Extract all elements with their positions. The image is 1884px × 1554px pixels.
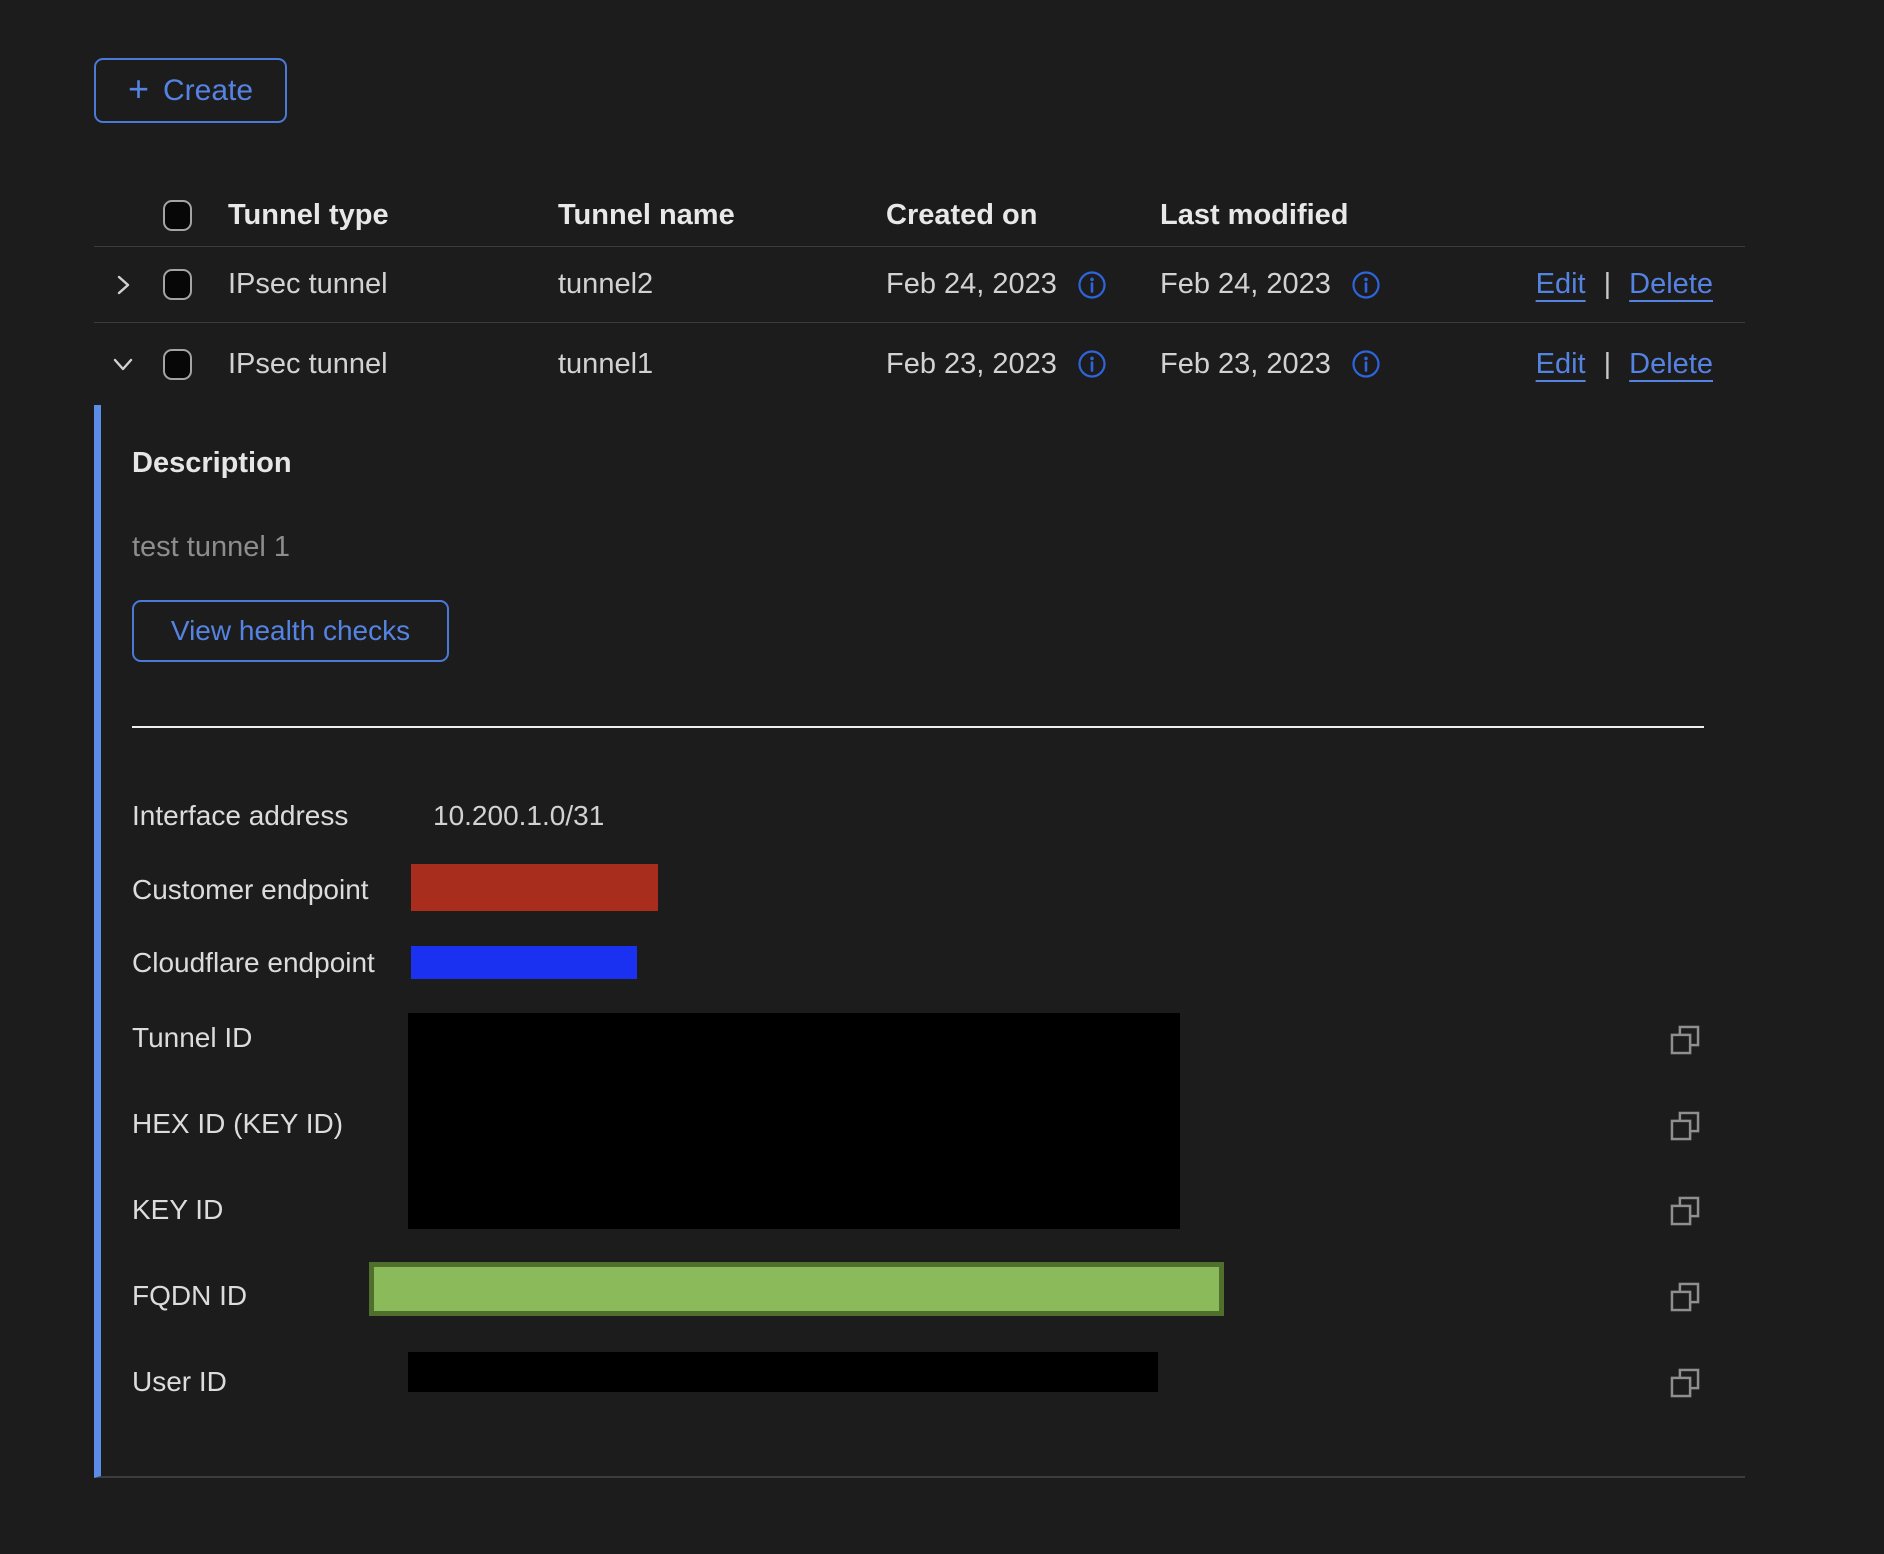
copy-icon[interactable] — [1668, 1366, 1702, 1400]
create-button-label: Create — [163, 74, 253, 108]
table-row: IPsec tunnel tunnel2 Feb 24, 2023 Feb 24… — [94, 247, 1745, 323]
tunnel-name-cell: tunnel1 — [558, 348, 886, 381]
fqdn-id-label: FQDN ID — [132, 1280, 247, 1312]
edit-link[interactable]: Edit — [1536, 268, 1586, 301]
user-id-redacted-value — [408, 1352, 1158, 1392]
cloudflare-endpoint-label: Cloudflare endpoint — [132, 947, 375, 979]
created-on-value: Feb 23, 2023 — [886, 348, 1057, 381]
description-label: Description — [132, 447, 292, 480]
hex-id-label: HEX ID (KEY ID) — [132, 1108, 343, 1140]
column-header-created-on: Created on — [886, 199, 1160, 232]
row-checkbox[interactable] — [163, 349, 192, 380]
row-checkbox[interactable] — [163, 269, 192, 300]
created-on-value: Feb 24, 2023 — [886, 268, 1057, 301]
info-icon[interactable] — [1351, 270, 1381, 300]
copy-icon[interactable] — [1668, 1023, 1702, 1057]
info-icon[interactable] — [1077, 270, 1107, 300]
table-row: IPsec tunnel tunnel1 Feb 23, 2023 Feb 23… — [94, 323, 1745, 405]
description-value: test tunnel 1 — [132, 531, 290, 564]
tunnel-type-cell: IPsec tunnel — [228, 348, 558, 381]
last-modified-value: Feb 23, 2023 — [1160, 348, 1331, 381]
copy-icon[interactable] — [1668, 1194, 1702, 1228]
interface-address-label: Interface address — [132, 800, 348, 832]
column-header-last-modified: Last modified — [1160, 199, 1420, 232]
info-icon[interactable] — [1077, 349, 1107, 379]
plus-icon: + — [128, 71, 149, 107]
tunnel-type-cell: IPsec tunnel — [228, 268, 558, 301]
tunnel-id-label: Tunnel ID — [132, 1022, 252, 1054]
edit-link[interactable]: Edit — [1536, 348, 1586, 381]
customer-endpoint-label: Customer endpoint — [132, 874, 369, 906]
select-all-checkbox[interactable] — [163, 200, 192, 231]
column-header-tunnel-type: Tunnel type — [228, 199, 558, 232]
tunnel-detail-panel: Description test tunnel 1 View health ch… — [94, 405, 1745, 1478]
user-id-label: User ID — [132, 1366, 227, 1398]
create-button[interactable]: + Create — [94, 58, 287, 123]
ids-redacted-value — [408, 1013, 1180, 1229]
chevron-down-icon[interactable] — [106, 347, 140, 381]
last-modified-value: Feb 24, 2023 — [1160, 268, 1331, 301]
chevron-right-icon[interactable] — [106, 268, 140, 302]
key-id-label: KEY ID — [132, 1194, 223, 1226]
delete-link[interactable]: Delete — [1629, 268, 1713, 301]
table-header-row: Tunnel type Tunnel name Created on Last … — [94, 185, 1745, 247]
customer-endpoint-redacted-value — [411, 864, 658, 911]
tunnel-name-cell: tunnel2 — [558, 268, 886, 301]
delete-link[interactable]: Delete — [1629, 348, 1713, 381]
column-header-tunnel-name: Tunnel name — [558, 199, 886, 232]
copy-icon[interactable] — [1668, 1280, 1702, 1314]
interface-address-value: 10.200.1.0/31 — [433, 800, 604, 832]
fqdn-id-redacted-value — [369, 1262, 1224, 1316]
copy-icon[interactable] — [1668, 1109, 1702, 1143]
cloudflare-endpoint-redacted-value — [411, 946, 637, 979]
tunnels-table: Tunnel type Tunnel name Created on Last … — [94, 185, 1745, 405]
section-divider — [132, 726, 1704, 728]
action-separator: | — [1604, 348, 1612, 381]
view-health-checks-button[interactable]: View health checks — [132, 600, 449, 662]
info-icon[interactable] — [1351, 349, 1381, 379]
action-separator: | — [1604, 268, 1612, 301]
